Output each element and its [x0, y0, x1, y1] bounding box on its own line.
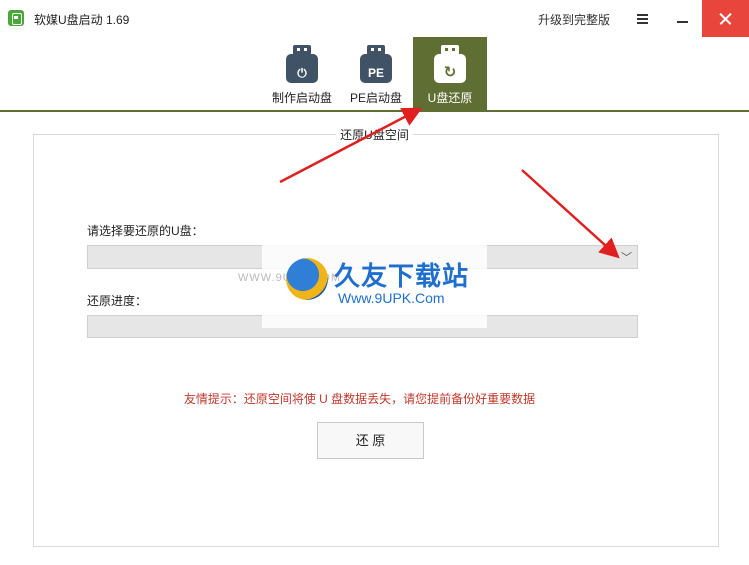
tab-make-boot-disk[interactable]: ⏻ 制作启动盘 [265, 37, 339, 110]
watermark: WWW.9UPK.COM 久友下载站 Www.9UPK.Com [238, 242, 487, 328]
usb-restore-icon: ↻ [434, 45, 466, 85]
restore-button[interactable]: 还 原 [317, 422, 424, 459]
section-title: 还原U盘空间 [0, 126, 749, 143]
progress-label: 还原进度： [87, 294, 148, 308]
title-bar: 软媒U盘启动 1.69 升级到完整版 [0, 0, 749, 38]
chevron-down-icon[interactable]: ﹀ [621, 249, 632, 265]
udisk-select-label: 请选择要还原的U盘： [87, 224, 204, 238]
upgrade-link[interactable]: 升级到完整版 [538, 11, 610, 28]
app-usb-icon [8, 10, 24, 26]
tab-label: U盘还原 [427, 91, 473, 105]
window-title: 软媒U盘启动 1.69 [34, 13, 130, 27]
watermark-url: Www.9UPK.Com [338, 290, 445, 306]
tab-label: PE启动盘 [349, 91, 402, 105]
tab-bar: ⏻ 制作启动盘 PE PE启动盘 ↻ U盘还原 [0, 37, 749, 112]
close-button[interactable] [702, 0, 749, 37]
warning-text: 友情提示：还原空间将使 U 盘数据丢失，请您提前备份好重要数据 [183, 392, 536, 406]
minimize-button[interactable] [668, 8, 696, 30]
watermark-logo-icon [286, 258, 328, 300]
tab-label: 制作启动盘 [271, 91, 332, 105]
menu-icon[interactable] [628, 8, 656, 30]
watermark-name: 久友下载站 [334, 261, 470, 291]
usb-power-icon: ⏻ [286, 45, 318, 85]
restore-panel [33, 134, 719, 547]
tab-udisk-restore[interactable]: ↻ U盘还原 [413, 37, 487, 110]
tab-pe-boot-disk[interactable]: PE PE启动盘 [339, 37, 413, 110]
usb-pe-icon: PE [360, 45, 392, 85]
